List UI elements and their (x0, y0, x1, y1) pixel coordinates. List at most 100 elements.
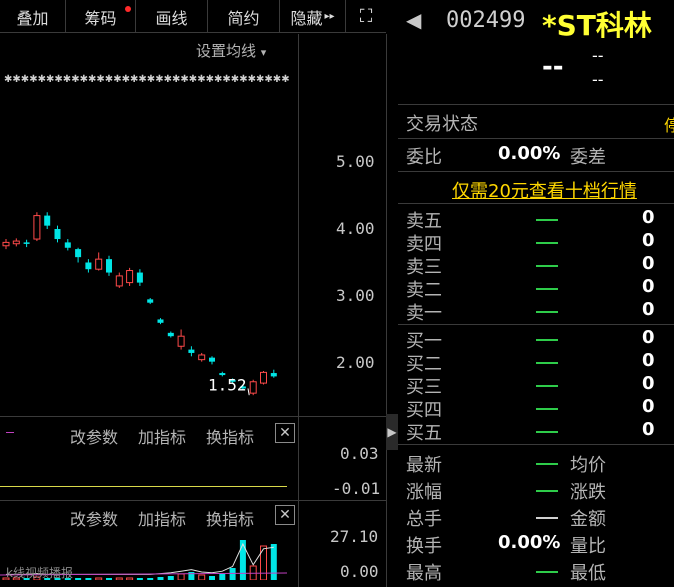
volume-bar (167, 576, 174, 580)
event-marker-icon[interactable]: ✱ (189, 74, 197, 85)
divider (398, 171, 674, 172)
event-marker-icon[interactable]: ✱ (155, 74, 163, 85)
level2-upgrade-link[interactable]: 仅需20元查看十档行情 (452, 177, 637, 203)
event-marker-icon[interactable]: ✱ (264, 74, 272, 85)
volume-bar (115, 577, 123, 580)
candle-body (54, 229, 61, 240)
event-marker-icon[interactable]: ✱ (273, 74, 281, 85)
change-params-button[interactable]: 改参数 (70, 424, 118, 448)
bid-qty: 0 (642, 373, 655, 394)
candle-body (260, 371, 267, 384)
ask-qty: 0 (642, 207, 655, 228)
event-marker-icon[interactable]: ✱ (38, 74, 46, 85)
change-pct-value: -- (592, 70, 604, 89)
low-price-label: 1.52 (208, 375, 247, 394)
turnover-value: 0.00% (498, 532, 561, 553)
change-value: -- (592, 46, 604, 65)
event-marker-icon[interactable]: ✱ (4, 74, 12, 85)
hide-label: 隐藏 (290, 8, 323, 28)
close-icon[interactable]: ✕ (275, 505, 295, 525)
event-marker-icon[interactable]: ✱ (71, 74, 79, 85)
event-marker-icon[interactable]: ✱ (130, 74, 138, 85)
ask-price-dash (536, 288, 558, 290)
draw-line-button[interactable]: 画线 (136, 0, 208, 33)
volume-bar (147, 578, 154, 580)
change-params-button[interactable]: 改参数 (70, 506, 118, 530)
candle-body (44, 215, 51, 226)
event-marker-icon[interactable]: ✱ (29, 74, 37, 85)
ma-settings-dropdown[interactable]: 设置均线 ▾ (196, 40, 266, 61)
event-marker-icon[interactable]: ✱ (164, 74, 172, 85)
bid-price-dash (536, 431, 558, 433)
switch-indicator-button[interactable]: 换指标 (206, 424, 254, 448)
volume-bar (75, 578, 82, 580)
event-marker-icon[interactable]: ✱ (21, 74, 29, 85)
event-marker-icon[interactable]: ✱ (80, 74, 88, 85)
collapse-panel-handle[interactable]: ▶ (386, 414, 398, 450)
event-marker-icon[interactable]: ✱ (46, 74, 54, 85)
event-marker-icon[interactable]: ✱ (281, 74, 289, 85)
ask-price-dash (536, 219, 558, 221)
watermark: k线视频播报 (6, 566, 73, 580)
stat-dash (536, 490, 558, 492)
event-marker-icon[interactable]: ✱ (96, 74, 104, 85)
event-marker-icon[interactable]: ✱ (147, 74, 155, 85)
stat-label-change: 涨跌 (570, 482, 606, 503)
add-indicator-button[interactable]: 加指标 (138, 424, 186, 448)
candle-body (115, 275, 123, 287)
event-marker-icon[interactable]: ✱ (12, 74, 20, 85)
axis-separator (298, 34, 299, 587)
stat-label-low: 最低 (570, 563, 606, 584)
event-marker-icon[interactable]: ✱ (248, 74, 256, 85)
candle-body (167, 332, 174, 337)
event-marker-icon[interactable]: ✱ (231, 74, 239, 85)
ask-price-dash (536, 311, 558, 313)
event-marker-icon[interactable]: ✱ (88, 74, 96, 85)
simple-mode-button[interactable]: 简约 (208, 0, 280, 33)
volume-bar (106, 578, 112, 580)
fullscreen-icon[interactable]: ⛶ (346, 0, 386, 33)
bid-qty: 0 (642, 396, 655, 417)
ask-qty: 0 (642, 299, 655, 320)
back-icon[interactable]: ◀ (406, 8, 421, 32)
y-tick-label: 0.00 (340, 562, 379, 581)
hide-button[interactable]: 隐藏 ▸▸ (280, 0, 346, 33)
event-marker-icon[interactable]: ✱ (197, 74, 205, 85)
overlay-button[interactable]: 叠加 (0, 0, 66, 33)
event-marker-icon[interactable]: ✱ (122, 74, 130, 85)
candle-body (249, 381, 257, 394)
stat-dash (536, 463, 558, 465)
event-marker-icon[interactable]: ✱ (172, 74, 180, 85)
close-icon[interactable]: ✕ (275, 423, 295, 443)
candle-body (12, 240, 20, 245)
switch-indicator-button[interactable]: 换指标 (206, 506, 254, 530)
event-marker-icon[interactable]: ✱ (63, 74, 71, 85)
bid-price-dash (536, 339, 558, 341)
bid-qty: 0 (642, 327, 655, 348)
bid-price-dash (536, 408, 558, 410)
candle-body (33, 215, 41, 240)
event-marker-icon[interactable]: ✱ (239, 74, 247, 85)
legend-marker (6, 432, 14, 433)
add-indicator-button[interactable]: 加指标 (138, 506, 186, 530)
chart-toolbar: 叠加 筹码 画线 简约 隐藏 ▸▸ ⛶ (0, 0, 386, 33)
event-marker-icon[interactable]: ✱ (113, 74, 121, 85)
volume-bar (209, 576, 215, 580)
volume-bar (136, 578, 143, 580)
candle-body (147, 299, 154, 303)
event-marker-icon[interactable]: ✱ (105, 74, 113, 85)
event-marker-icon[interactable]: ✱ (214, 74, 222, 85)
chips-button[interactable]: 筹码 (66, 0, 136, 33)
event-marker-icon[interactable]: ✱ (54, 74, 62, 85)
volume-bar (95, 577, 103, 580)
event-marker-icon[interactable]: ✱ (180, 74, 188, 85)
stat-dash (536, 571, 558, 573)
y-tick-label: 2.00 (336, 353, 375, 372)
event-marker-icon[interactable]: ✱ (138, 74, 146, 85)
event-marker-icon[interactable]: ✱ (206, 74, 214, 85)
event-marker-icon[interactable]: ✱ (256, 74, 264, 85)
stat-label-vol-ratio: 量比 (570, 536, 606, 557)
bid-label: 买五 (406, 423, 442, 444)
event-marker-icon[interactable]: ✱ (222, 74, 230, 85)
bid-qty: 0 (642, 419, 655, 440)
